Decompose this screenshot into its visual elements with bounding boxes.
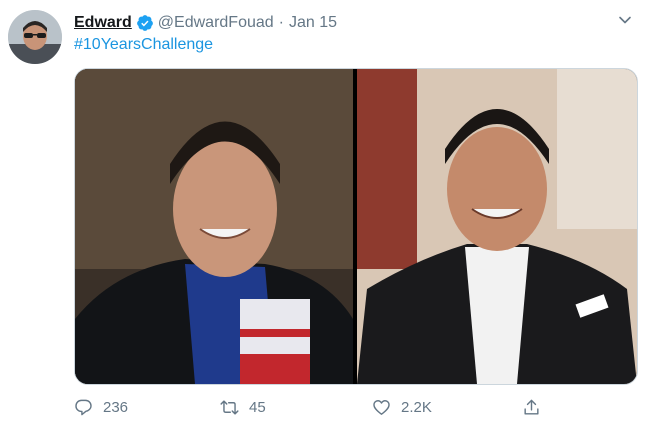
tweet-media[interactable]	[74, 68, 638, 385]
separator-dot: ·	[278, 14, 284, 31]
avatar[interactable]	[8, 10, 62, 64]
chevron-down-icon[interactable]	[618, 13, 632, 27]
photo-after[interactable]	[357, 69, 637, 384]
reply-count: 236	[103, 399, 129, 416]
like-button[interactable]: 2.2K	[372, 398, 432, 417]
display-name[interactable]: Edward	[74, 14, 132, 32]
reply-icon	[75, 399, 92, 416]
share-icon	[524, 399, 539, 415]
reply-button[interactable]: 236	[74, 398, 128, 417]
photo-before[interactable]	[75, 69, 353, 384]
share-button[interactable]	[522, 398, 551, 417]
tweet-actions: 236 45 2.2K	[74, 398, 634, 424]
retweet-icon	[220, 400, 239, 415]
like-count: 2.2K	[401, 399, 432, 416]
retweet-count: 45	[249, 399, 266, 416]
tweet-header: Edward @EdwardFouad · Jan 15	[74, 12, 632, 34]
retweet-button[interactable]: 45	[220, 398, 266, 417]
heart-icon	[373, 400, 390, 415]
hashtag-link[interactable]: #10YearsChallenge	[74, 36, 213, 54]
handle[interactable]: @EdwardFouad	[158, 14, 274, 32]
tweet-date[interactable]: Jan 15	[289, 14, 337, 32]
verified-badge-icon	[136, 14, 154, 32]
avatar-image	[8, 10, 62, 64]
